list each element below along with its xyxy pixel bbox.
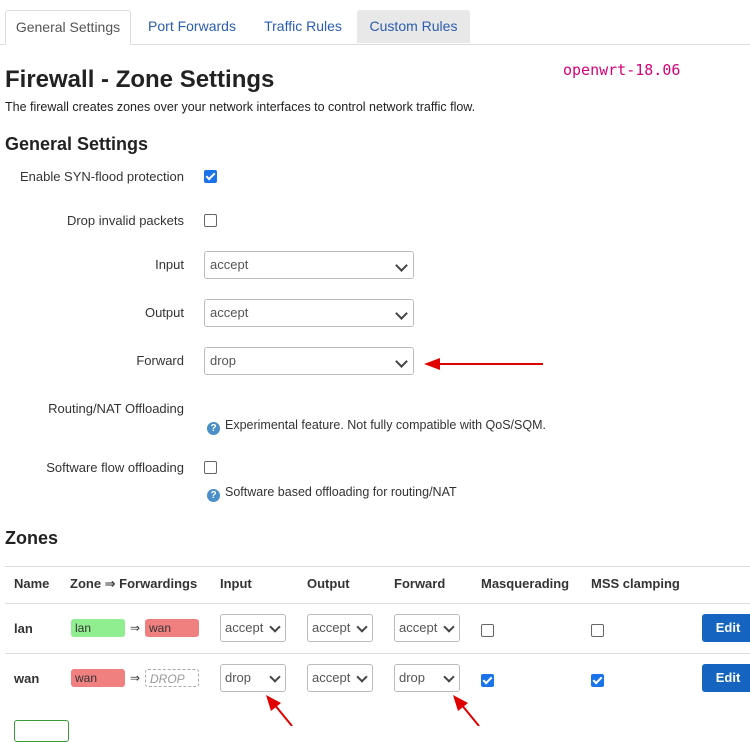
annotation-arrow-forward-zone [453, 695, 480, 726]
annotation-arrow-forward [424, 358, 543, 370]
annotation-overlay [266, 358, 543, 726]
annotation-arrow-input [266, 695, 293, 726]
